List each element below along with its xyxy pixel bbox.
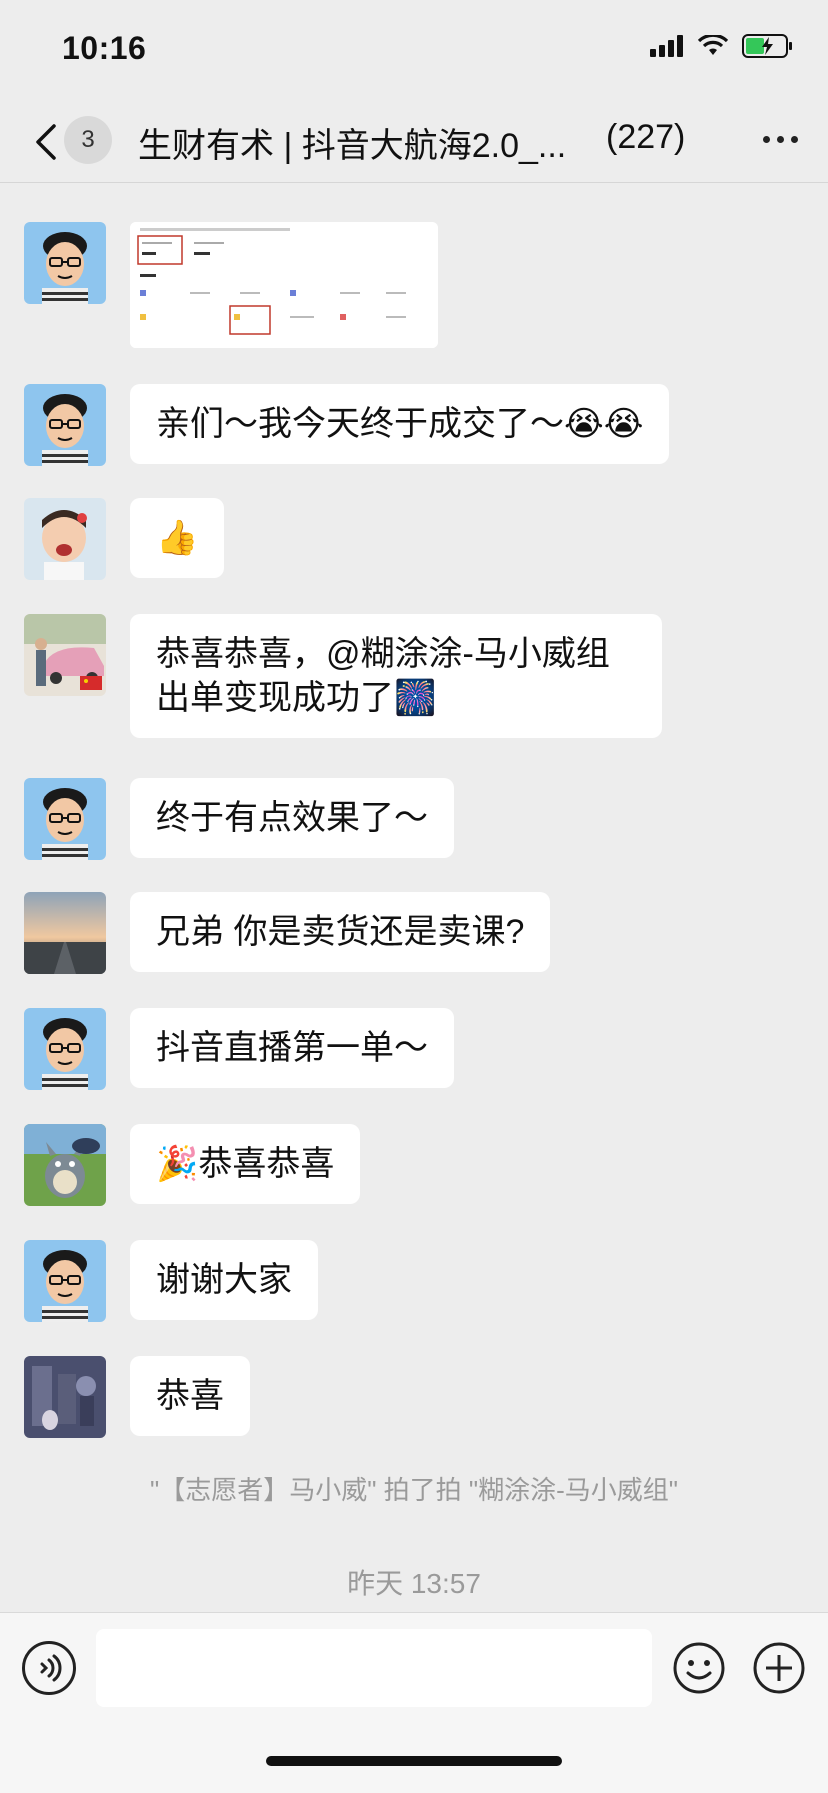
status-bar: 10:16 [0,0,828,100]
unread-badge[interactable]: 3 [64,116,112,164]
message-bubble[interactable]: 抖音直播第一单～ [130,1008,454,1088]
voice-icon[interactable] [22,1641,76,1695]
signal-icon [650,35,683,57]
cartoon-glasses-avatar[interactable] [24,1008,106,1090]
totoro-avatar[interactable] [24,1124,106,1206]
message-bubble[interactable]: 恭喜恭喜，@糊涂涂-马小威组 出单变现成功了🎆 [130,614,662,738]
cartoon-glasses-avatar[interactable] [24,222,106,304]
battery-charging-icon [742,34,792,58]
car-photo-avatar[interactable] [24,614,106,696]
message-bubble[interactable]: 亲们～我今天终于成交了～😭😭 [130,384,670,464]
cartoon-glasses-avatar[interactable] [24,384,106,466]
emoji-icon[interactable] [672,1641,726,1695]
member-count: (227) [606,118,686,156]
home-indicator [266,1756,562,1766]
plus-icon[interactable] [752,1641,806,1695]
system-note: "【志愿者】马小威" 拍了拍 "糊涂涂-马小威组" [149,1475,679,1505]
chat-title[interactable]: 生财有术 | 抖音大航海2.0_... [138,118,618,167]
message-bubble[interactable]: 👍 [130,498,225,578]
status-time: 10:16 [62,30,147,66]
cartoon-glasses-avatar[interactable] [24,778,106,860]
nav-bar: 3 生财有术 | 抖音大航海2.0_... (227) [0,100,828,183]
child-photo-avatar[interactable] [24,498,106,580]
message-input[interactable] [96,1629,652,1707]
sunset-road-avatar[interactable] [24,892,106,974]
timestamp: 昨天 13:57 [347,1568,481,1599]
status-icons [650,34,794,58]
image-message[interactable] [130,222,438,348]
message-bubble[interactable]: 终于有点效果了～ [130,778,454,858]
cartoon-glasses-avatar[interactable] [24,1240,106,1322]
message-bubble[interactable]: 兄弟 你是卖货还是卖课? [130,892,551,972]
message-bubble[interactable]: 谢谢大家 [130,1240,318,1320]
more-icon[interactable] [763,136,798,143]
wifi-icon [698,35,728,55]
message-bubble[interactable]: 🎉恭喜恭喜 [130,1124,361,1204]
message-bubble[interactable]: 恭喜 [130,1356,250,1436]
dark-illustration-avatar[interactable] [24,1356,106,1438]
back-icon[interactable] [28,120,68,164]
